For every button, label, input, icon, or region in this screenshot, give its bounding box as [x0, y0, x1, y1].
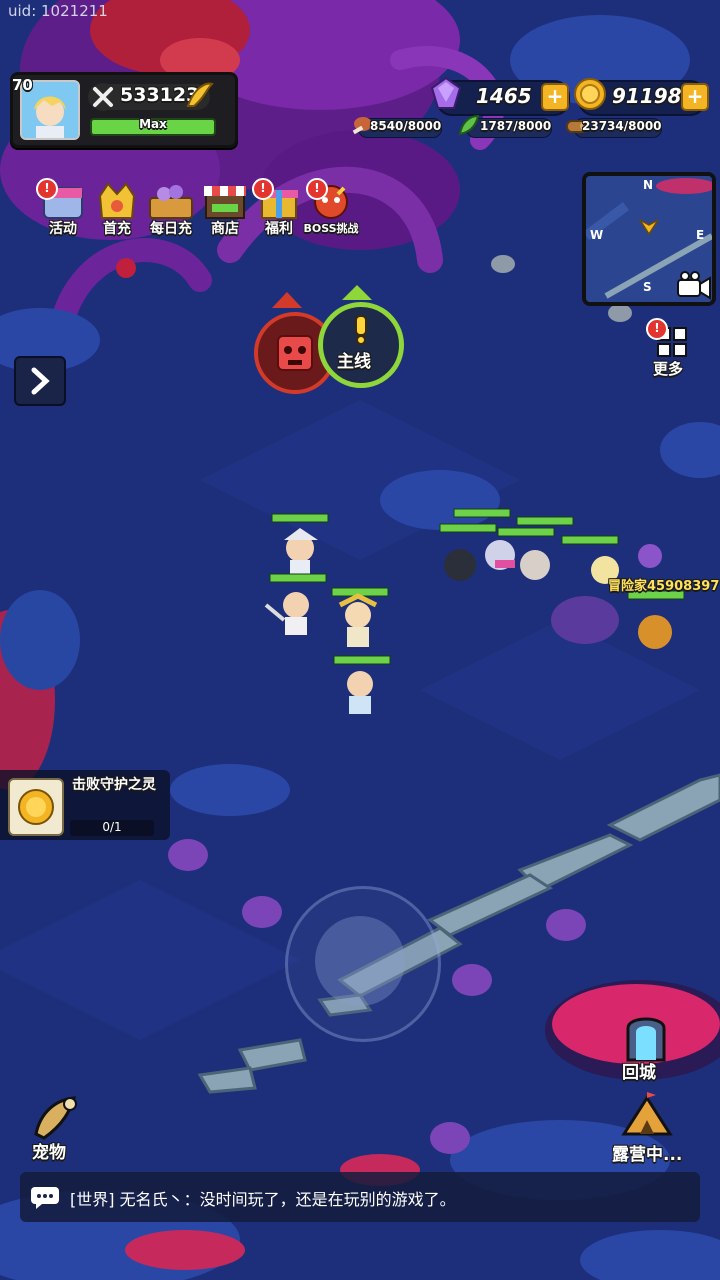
task-title: 击败守护之灵 — [72, 777, 156, 793]
herb-amount: 1787/8000 — [480, 119, 552, 133]
gold-amount: 91198 — [612, 84, 682, 108]
wing-icon — [186, 82, 214, 107]
menu-welfare-label: 福利 — [265, 221, 293, 237]
meat-amount: 8540/8000 — [370, 119, 442, 133]
pet-horn-icon — [34, 1096, 77, 1140]
gem-icon — [430, 76, 462, 109]
boss-quest-arrow-icon — [272, 292, 302, 308]
crossed-swords-icon — [89, 83, 117, 111]
chevron-right-icon — [31, 367, 50, 395]
chat-bubble-icon — [31, 1187, 59, 1209]
exclamation-icon — [355, 315, 367, 345]
more-alert-badge: ! — [646, 318, 668, 340]
other-player-name: 冒险家45908397 — [608, 579, 720, 594]
herb-icon — [458, 114, 480, 136]
menu-first-charge[interactable]: 首充 — [90, 180, 144, 240]
main-quest-label: 主线 — [337, 352, 371, 372]
exp-bar-label: Max — [139, 117, 167, 131]
first-charge-icon — [98, 182, 136, 219]
compass-north: N — [643, 178, 654, 192]
menu-shop-label: 商店 — [211, 221, 239, 237]
task-progress-text: 0/1 — [102, 820, 122, 834]
shop-icon — [204, 186, 246, 219]
side-panel-toggle[interactable] — [14, 356, 66, 406]
menu-first-charge-label: 首充 — [103, 221, 131, 237]
menu-shop[interactable]: 商店 — [198, 180, 252, 240]
player-location-icon — [639, 219, 659, 236]
user-id: uid: 1021211 — [8, 2, 108, 20]
boss-alert-badge: ! — [306, 178, 328, 200]
camp-button[interactable]: 露营中... — [608, 1090, 688, 1165]
joystick-knob[interactable] — [315, 916, 405, 1006]
menu-daily-charge-label: 每日充 — [150, 221, 192, 237]
chat-message: [世界] 无名氏丶：没时间玩了，还是在玩别的游戏了。 — [70, 1190, 456, 1209]
pet-button[interactable]: 宠物 — [24, 1094, 90, 1164]
player-level: 70 — [12, 76, 33, 94]
camp-status-label: 露营中... — [612, 1145, 683, 1165]
menu-boss-challenge-label: BOSS挑战 — [303, 222, 359, 235]
event-alert-badge: ! — [36, 178, 58, 200]
add-gold-button[interactable]: + — [681, 83, 709, 111]
gold-coin-icon — [574, 78, 606, 110]
main-quest-arrow-icon — [342, 285, 372, 300]
compass-west: W — [590, 228, 604, 242]
return-city-button[interactable]: 回城 — [612, 1012, 682, 1083]
wood-amount: 23734/8000 — [582, 119, 662, 133]
hero-unit — [331, 587, 389, 647]
camera-icon[interactable] — [676, 270, 712, 304]
hero-unit — [333, 655, 391, 714]
task-reward-slot — [8, 778, 64, 836]
return-city-label: 回城 — [622, 1063, 656, 1083]
coin-reward-icon — [18, 789, 54, 825]
main-quest-button[interactable]: 主线 — [318, 302, 404, 388]
pet-label: 宠物 — [32, 1143, 66, 1163]
menu-event-label: 活动 — [49, 221, 77, 237]
portal-icon — [626, 1017, 666, 1062]
tent-icon — [621, 1092, 673, 1136]
compass-east: E — [696, 228, 705, 242]
compass-south: S — [643, 280, 652, 294]
add-gems-button[interactable]: + — [541, 83, 569, 111]
hero-unit — [271, 513, 329, 578]
welfare-alert-badge: ! — [252, 178, 274, 200]
daily-charge-icon — [149, 185, 193, 219]
gem-amount: 1465 — [476, 84, 532, 108]
hero-unit — [264, 573, 327, 635]
more-button-label: 更多 — [653, 360, 684, 378]
menu-daily-charge[interactable]: 每日充 — [144, 180, 198, 240]
